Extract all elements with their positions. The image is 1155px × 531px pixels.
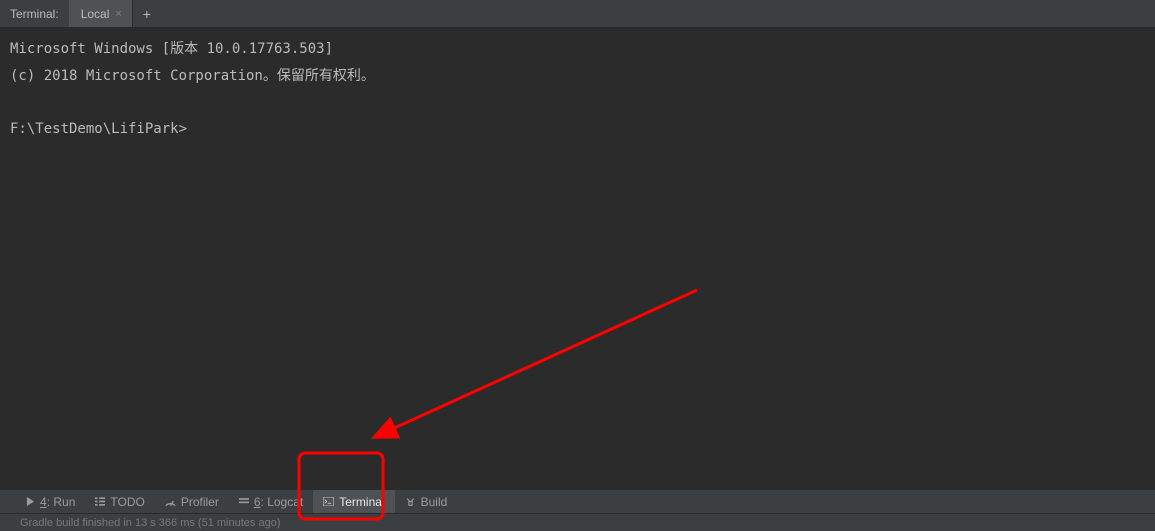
tool-todo[interactable]: TODO [85,490,154,513]
terminal-icon [323,497,334,506]
logcat-icon [239,497,249,506]
build-icon [405,497,416,507]
profiler-icon [165,497,176,507]
add-tab-button[interactable]: + [133,0,161,27]
tool-window-bar: 4: Run TODO Profiler 6: Logcat Terminal … [0,489,1155,513]
tab-local[interactable]: Local × [69,0,133,27]
tool-profiler[interactable]: Profiler [155,490,229,513]
terminal-tab-bar: Terminal: Local × + [0,0,1155,28]
play-icon [26,497,35,506]
terminal-line: (c) 2018 Microsoft Corporation。保留所有权利。 [10,68,375,84]
tool-run[interactable]: 4: Run [16,490,85,513]
terminal-output[interactable]: Microsoft Windows [版本 10.0.17763.503] (c… [0,28,1155,489]
terminal-prompt: F:\TestDemo\LifiPark> [10,121,187,137]
close-icon[interactable]: × [115,8,121,20]
todo-icon [95,497,105,506]
status-bar: Gradle build finished in 13 s 366 ms (51… [0,513,1155,531]
tab-local-label: Local [81,7,110,21]
panel-label: Terminal: [0,0,69,27]
tool-logcat[interactable]: 6: Logcat [229,490,313,513]
status-text: Gradle build finished in 13 s 366 ms (51… [20,517,280,529]
tool-terminal[interactable]: Terminal [313,490,394,513]
terminal-line: Microsoft Windows [版本 10.0.17763.503] [10,41,333,57]
tool-build[interactable]: Build [395,490,458,513]
